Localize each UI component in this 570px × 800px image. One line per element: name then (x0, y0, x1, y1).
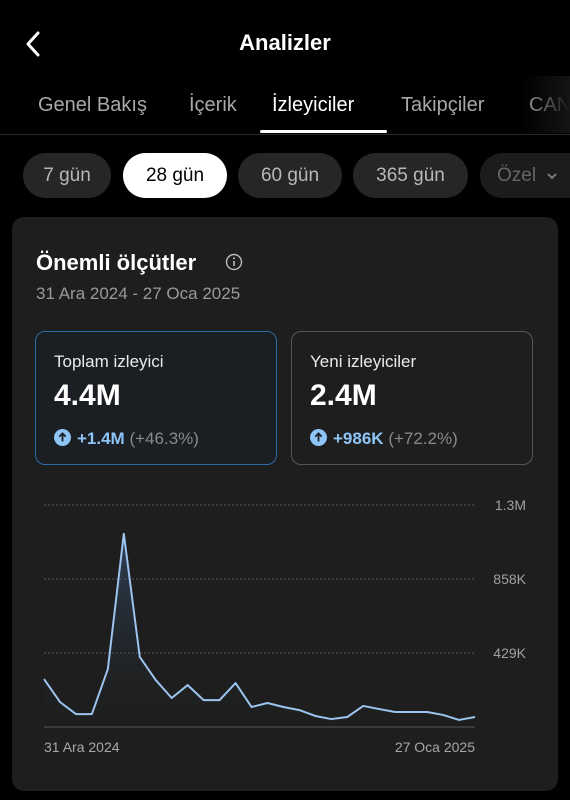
metric-value: 4.4M (54, 379, 121, 412)
metric-delta-pct: (+72.2%) (388, 429, 458, 448)
metric-delta: +986K (+72.2%) (310, 429, 458, 449)
tab-viewers[interactable]: İzleyiciler (272, 94, 354, 117)
y-tick-label: 1.3M (495, 497, 526, 513)
metric-value: 2.4M (310, 379, 377, 412)
tab-bar: Genel Bakış İçerik İzleyiciler Takipçile… (0, 86, 570, 135)
chip-28-days[interactable]: 28 gün (123, 153, 227, 198)
metric-delta-abs: +986K (333, 429, 384, 448)
tab-followers[interactable]: Takipçiler (401, 94, 484, 117)
viewers-line-chart: 31 Ara 2024 27 Oca 2025 429K 858K 1.3M (43, 497, 527, 755)
metric-delta: +1.4M (+46.3%) (54, 429, 199, 449)
active-tab-indicator (260, 130, 387, 133)
date-range-chips: 7 gün 28 gün 60 gün 365 gün Özel (0, 153, 570, 199)
metric-delta-abs: +1.4M (77, 429, 125, 448)
arrow-up-circle-icon (54, 429, 71, 446)
metric-new-viewers[interactable]: Yeni izleyiciler 2.4M +986K (+72.2%) (291, 331, 533, 465)
tab-scroll-fade (520, 76, 570, 133)
card-title: Önemli ölçütler (36, 250, 197, 275)
x-tick-label: 31 Ara 2024 (44, 739, 120, 755)
arrow-up-circle-icon (310, 429, 327, 446)
chart-area-fill (44, 533, 475, 727)
chip-365-days[interactable]: 365 gün (353, 153, 468, 198)
info-icon[interactable] (225, 253, 243, 271)
y-tick-label: 429K (493, 645, 526, 661)
page-title: Analizler (239, 30, 331, 55)
tab-content[interactable]: İçerik (189, 94, 237, 117)
date-range: 31 Ara 2024 - 27 Oca 2025 (36, 284, 241, 303)
y-tick-label: 858K (493, 571, 526, 587)
chip-custom[interactable]: Özel (480, 153, 570, 198)
chip-60-days[interactable]: 60 gün (238, 153, 342, 198)
tab-overview[interactable]: Genel Bakış (38, 94, 147, 117)
chip-custom-label: Özel (497, 165, 537, 186)
chip-7-days[interactable]: 7 gün (23, 153, 111, 198)
metric-label: Toplam izleyici (54, 352, 164, 371)
top-bar: Analizler (0, 0, 570, 86)
metric-total-viewers[interactable]: Toplam izleyici 4.4M +1.4M (+46.3%) (35, 331, 277, 465)
metric-delta-pct: (+46.3%) (129, 429, 199, 448)
x-tick-label: 27 Oca 2025 (395, 739, 475, 755)
metric-label: Yeni izleyiciler (310, 352, 417, 371)
chevron-down-icon (547, 173, 558, 180)
key-metrics-card: Önemli ölçütler 31 Ara 2024 - 27 Oca 202… (12, 217, 558, 791)
